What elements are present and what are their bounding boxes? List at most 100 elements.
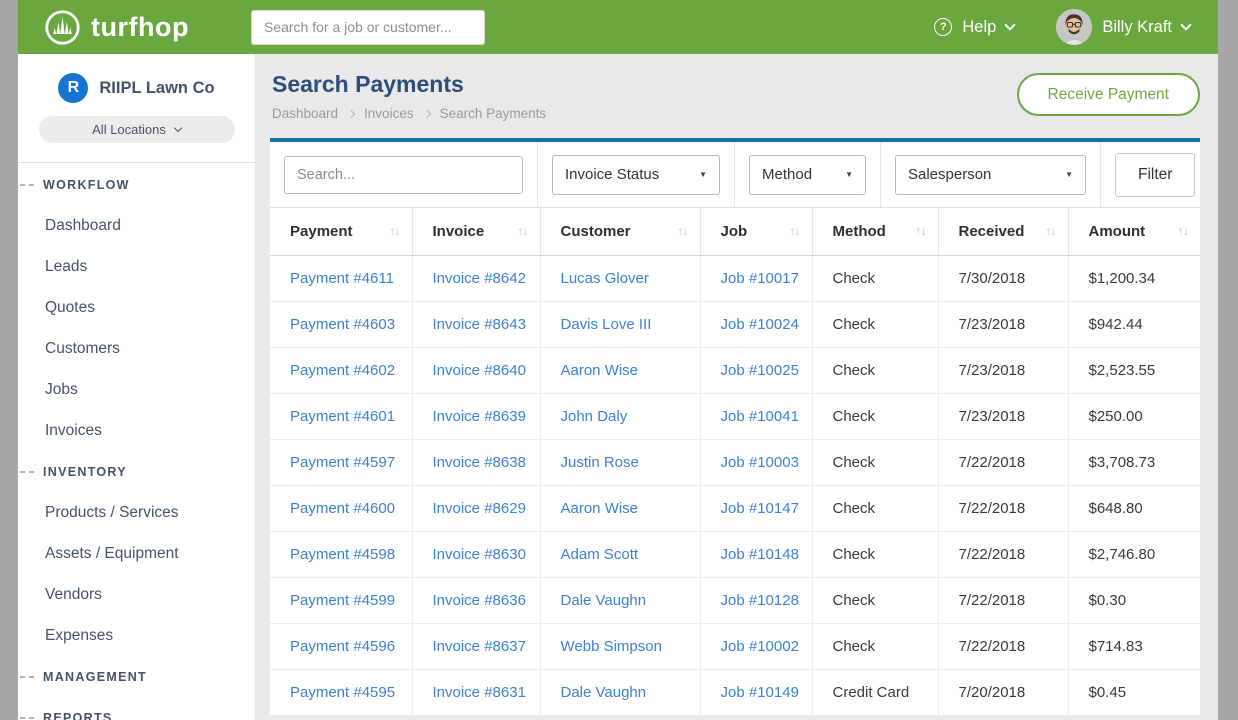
job-link[interactable]: Job #10147: [721, 500, 799, 517]
column-header-payment[interactable]: Payment↑↓: [270, 208, 412, 255]
column-header-amount[interactable]: Amount↑↓: [1068, 208, 1200, 255]
cell-customer: Dale Vaughn: [540, 577, 700, 623]
global-search-input[interactable]: [251, 10, 485, 45]
method-select-value: Method: [762, 166, 812, 183]
customer-link[interactable]: Davis Love III: [561, 316, 652, 333]
invoice-status-select[interactable]: Invoice Status ▼: [552, 155, 720, 195]
sort-icon: ↑↓: [677, 224, 688, 238]
user-menu[interactable]: Billy Kraft: [1056, 9, 1190, 45]
table-row: Payment #4601 Invoice #8639 John Daly Job #…: [270, 393, 1200, 439]
column-header-job[interactable]: Job↑↓: [700, 208, 812, 255]
job-link[interactable]: Job #10003: [721, 454, 799, 471]
customer-link[interactable]: Lucas Glover: [561, 270, 649, 287]
invoice-link[interactable]: Invoice #8640: [433, 362, 526, 379]
sort-icon: ↑↓: [517, 224, 528, 238]
chevron-down-icon: [1180, 19, 1191, 30]
help-menu[interactable]: ? Help: [934, 18, 1014, 37]
job-link[interactable]: Job #10002: [721, 638, 799, 655]
invoice-link[interactable]: Invoice #8643: [433, 316, 526, 333]
user-name: Billy Kraft: [1102, 18, 1172, 37]
cell-customer: Adam Scott: [540, 531, 700, 577]
body-row: R RIIPL Lawn Co All Locations WORKFLOWDa…: [18, 54, 1218, 720]
column-label: Received: [959, 223, 1025, 240]
cell-invoice: Invoice #8636: [412, 577, 540, 623]
sidebar-item-leads[interactable]: Leads: [18, 246, 255, 287]
payment-link[interactable]: Payment #4600: [290, 500, 395, 517]
invoice-link[interactable]: Invoice #8629: [433, 500, 526, 517]
cell-invoice: Invoice #8637: [412, 623, 540, 669]
payment-link[interactable]: Payment #4595: [290, 684, 395, 701]
company-logo: R: [58, 73, 88, 103]
salesperson-select[interactable]: Salesperson ▼: [895, 155, 1086, 195]
invoice-link[interactable]: Invoice #8636: [433, 592, 526, 609]
payment-link[interactable]: Payment #4598: [290, 546, 395, 563]
cell-job: Job #10017: [700, 255, 812, 301]
cell-amount: $250.00: [1068, 393, 1200, 439]
cell-payment: Payment #4601: [270, 393, 412, 439]
cell-received: 7/30/2018: [938, 255, 1068, 301]
main-content: Search Payments Dashboard Invoices Searc…: [255, 54, 1218, 720]
payment-link[interactable]: Payment #4596: [290, 638, 395, 655]
table-row: Payment #4599 Invoice #8636 Dale Vaughn Job…: [270, 577, 1200, 623]
dropdown-arrow-icon: ▼: [1065, 170, 1073, 179]
invoice-link[interactable]: Invoice #8630: [433, 546, 526, 563]
invoice-link[interactable]: Invoice #8637: [433, 638, 526, 655]
customer-link[interactable]: Dale Vaughn: [561, 684, 647, 701]
sidebar-item-dashboard[interactable]: Dashboard: [18, 205, 255, 246]
job-link[interactable]: Job #10025: [721, 362, 799, 379]
payment-link[interactable]: Payment #4611: [290, 270, 394, 287]
customer-link[interactable]: Dale Vaughn: [561, 592, 647, 609]
payment-link[interactable]: Payment #4603: [290, 316, 395, 333]
customer-link[interactable]: Webb Simpson: [561, 638, 662, 655]
table-row: Payment #4602 Invoice #8640 Aaron Wise Job …: [270, 347, 1200, 393]
job-link[interactable]: Job #10148: [721, 546, 799, 563]
invoice-link[interactable]: Invoice #8639: [433, 408, 526, 425]
sidebar-item-assets-equipment[interactable]: Assets / Equipment: [18, 533, 255, 574]
cell-job: Job #10147: [700, 485, 812, 531]
job-link[interactable]: Job #10041: [721, 408, 799, 425]
customer-link[interactable]: John Daly: [561, 408, 628, 425]
salesperson-select-value: Salesperson: [908, 166, 991, 183]
app-frame: turfhop ? Help: [0, 0, 1238, 720]
breadcrumb-dashboard[interactable]: Dashboard: [272, 106, 338, 121]
sidebar-item-invoices[interactable]: Invoices: [18, 410, 255, 451]
invoice-link[interactable]: Invoice #8631: [433, 684, 526, 701]
job-link[interactable]: Job #10128: [721, 592, 799, 609]
customer-link[interactable]: Aaron Wise: [561, 362, 639, 379]
cell-customer: John Daly: [540, 393, 700, 439]
job-link[interactable]: Job #10024: [721, 316, 799, 333]
sort-icon: ↑↓: [915, 224, 926, 238]
column-header-invoice[interactable]: Invoice↑↓: [412, 208, 540, 255]
sidebar-item-customers[interactable]: Customers: [18, 328, 255, 369]
job-link[interactable]: Job #10149: [721, 684, 799, 701]
payments-search-input[interactable]: [284, 156, 523, 194]
column-header-method[interactable]: Method↑↓: [812, 208, 938, 255]
column-header-customer[interactable]: Customer↑↓: [540, 208, 700, 255]
receive-payment-button[interactable]: Receive Payment: [1017, 73, 1200, 116]
customer-link[interactable]: Adam Scott: [561, 546, 639, 563]
sidebar-item-jobs[interactable]: Jobs: [18, 369, 255, 410]
location-selector[interactable]: All Locations: [39, 116, 235, 143]
method-select[interactable]: Method ▼: [749, 155, 866, 195]
payment-link[interactable]: Payment #4601: [290, 408, 395, 425]
left-gutter: [0, 0, 18, 720]
column-header-received[interactable]: Received↑↓: [938, 208, 1068, 255]
payment-link[interactable]: Payment #4602: [290, 362, 395, 379]
payment-link[interactable]: Payment #4599: [290, 592, 395, 609]
sidebar-item-expenses[interactable]: Expenses: [18, 615, 255, 656]
customer-link[interactable]: Justin Rose: [561, 454, 639, 471]
invoice-link[interactable]: Invoice #8638: [433, 454, 526, 471]
filter-button[interactable]: Filter: [1115, 153, 1195, 197]
invoice-link[interactable]: Invoice #8642: [433, 270, 526, 287]
sidebar-item-quotes[interactable]: Quotes: [18, 287, 255, 328]
breadcrumb: Dashboard Invoices Search Payments: [272, 106, 546, 121]
sidebar-item-products-services[interactable]: Products / Services: [18, 492, 255, 533]
cell-job: Job #10025: [700, 347, 812, 393]
payment-link[interactable]: Payment #4597: [290, 454, 395, 471]
job-link[interactable]: Job #10017: [721, 270, 799, 287]
cell-method: Check: [812, 531, 938, 577]
sidebar-item-vendors[interactable]: Vendors: [18, 574, 255, 615]
customer-link[interactable]: Aaron Wise: [561, 500, 639, 517]
breadcrumb-invoices[interactable]: Invoices: [364, 106, 414, 121]
company: R RIIPL Lawn Co: [18, 73, 255, 103]
